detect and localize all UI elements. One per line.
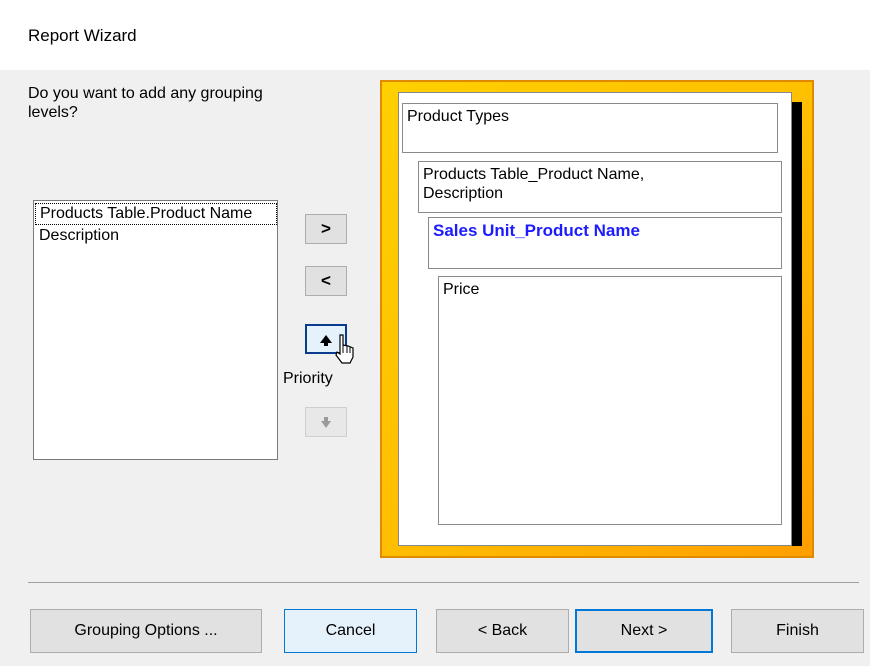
arrow-down-icon: [321, 416, 331, 428]
field-item-product-name[interactable]: Products Table.Product Name: [35, 203, 277, 225]
add-grouping-label: >: [321, 219, 331, 238]
arrow-up-icon: [320, 335, 332, 346]
cancel-label: Cancel: [325, 622, 376, 639]
next-button[interactable]: Next >: [575, 609, 713, 653]
window-title: Report Wizard: [28, 26, 137, 45]
title-bar: Report Wizard: [0, 0, 870, 70]
grouping-options-button[interactable]: Grouping Options ...: [30, 609, 262, 653]
mouse-cursor-icon: [335, 334, 354, 364]
add-grouping-button[interactable]: >: [305, 214, 347, 244]
back-label: < Back: [477, 622, 528, 639]
remove-grouping-label: <: [321, 271, 331, 290]
finish-button[interactable]: Finish: [731, 609, 864, 653]
preview-group-level-3: Sales Unit_Product Name: [428, 217, 782, 269]
grouping-question: Do you want to add any grouping levels?: [28, 85, 263, 121]
cancel-button[interactable]: Cancel: [284, 609, 417, 653]
preview-group-level-1: Product Types: [402, 103, 778, 153]
available-fields-list[interactable]: Products Table.Product Name Description: [33, 200, 278, 460]
remove-grouping-button[interactable]: <: [305, 266, 347, 296]
preview-detail: Price: [438, 276, 782, 525]
back-button[interactable]: < Back: [436, 609, 569, 653]
priority-down-button[interactable]: [305, 407, 347, 437]
finish-label: Finish: [776, 622, 819, 639]
preview-group-level-2: Products Table_Product Name, Description: [418, 161, 782, 213]
field-item-description[interactable]: Description: [35, 225, 277, 247]
priority-label: Priority: [283, 370, 333, 387]
grouping-options-label: Grouping Options ...: [74, 622, 218, 639]
footer-separator: [28, 582, 859, 583]
next-label: Next >: [620, 622, 668, 639]
